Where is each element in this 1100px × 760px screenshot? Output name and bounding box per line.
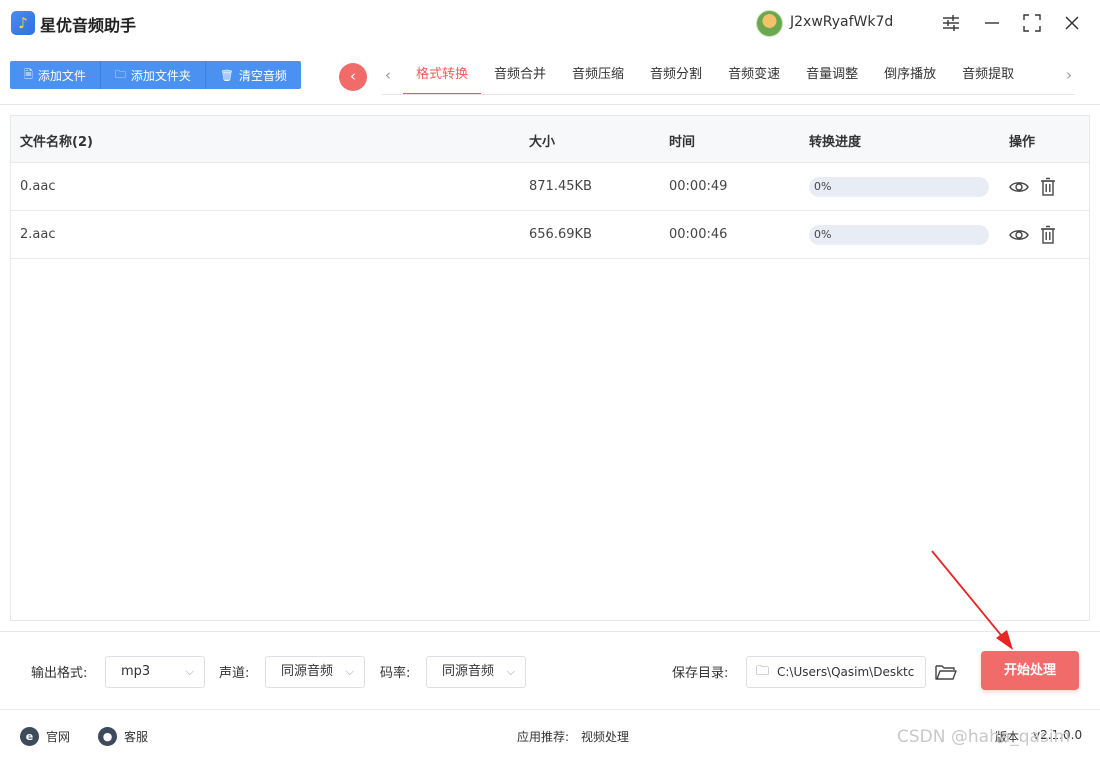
tab-audio-split[interactable]: 音频分割 — [637, 61, 715, 95]
tab-audio-compress[interactable]: 音频压缩 — [559, 61, 637, 95]
bitrate-label: 码率: — [380, 666, 411, 681]
tab-reverse-play[interactable]: 倒序播放 — [871, 61, 949, 95]
website-label: 官网 — [46, 730, 71, 744]
recommend-label: 应用推荐: — [517, 730, 570, 744]
folder-outline-icon: 🗀 — [756, 664, 770, 679]
open-folder-icon[interactable] — [934, 661, 958, 683]
save-dir-value: C:\Users\Qasim\Desktc — [777, 665, 915, 679]
header-divider — [0, 104, 1100, 105]
app-title: 星优音频助手 — [40, 16, 137, 35]
delete-trash-icon[interactable] — [1037, 176, 1059, 198]
chevron-down-icon: ⌵ — [506, 665, 515, 678]
save-dir-label: 保存目录: — [672, 666, 729, 681]
close-icon[interactable] — [1061, 12, 1083, 34]
header-time: 时间 — [669, 135, 696, 150]
footer-bar: e 官网 ● 客服 应用推荐: 视频处理 版本: v2.1.0.0 CSDN @… — [0, 711, 1100, 760]
table-row[interactable]: 2.aac 656.69KB 00:00:46 0% — [11, 211, 1089, 259]
preview-eye-icon[interactable] — [1008, 224, 1030, 246]
file-icon: 🗎 — [24, 67, 33, 81]
save-dir-input[interactable]: 🗀 C:\Users\Qasim\Desktc — [746, 656, 926, 688]
file-toolbar: 🗎 添加文件 🗀 添加文件夹 🗑 清空音频 — [10, 61, 301, 89]
tabs-divider — [382, 94, 1075, 95]
preview-eye-icon[interactable] — [1008, 176, 1030, 198]
tab-scroll-right-icon[interactable]: › — [1062, 66, 1076, 86]
file-size: 871.45KB — [529, 179, 592, 194]
header-progress: 转换进度 — [809, 135, 862, 150]
file-size: 656.69KB — [529, 227, 592, 242]
progress-text: 0% — [814, 180, 832, 193]
file-name: 0.aac — [20, 179, 56, 194]
add-folder-button[interactable]: 🗀 添加文件夹 — [100, 61, 206, 89]
chevron-down-icon: ⌵ — [185, 665, 194, 678]
tab-scroll-left-icon[interactable]: ‹ — [381, 66, 395, 86]
maximize-icon[interactable] — [1021, 12, 1043, 34]
start-process-button[interactable]: 开始处理 — [981, 651, 1079, 690]
tab-audio-extract[interactable]: 音频提取 — [949, 61, 1027, 95]
chevron-down-icon: ⌵ — [345, 665, 354, 678]
trash-icon: 🗑 — [219, 68, 234, 82]
header-size: 大小 — [529, 135, 556, 150]
username[interactable]: J2xwRyafWk7d — [790, 14, 893, 30]
bitrate-select[interactable]: 同源音频 ⌵ — [426, 656, 526, 688]
title-bar: ♪ 星优音频助手 J2xwRyafWk7d — [0, 0, 1100, 48]
chat-bubble-icon: ● — [98, 727, 117, 746]
tab-audio-merge[interactable]: 音频合并 — [481, 61, 559, 95]
output-format-label: 输出格式: — [31, 666, 88, 681]
channel-select[interactable]: 同源音频 ⌵ — [265, 656, 365, 688]
support-label: 客服 — [124, 730, 149, 744]
folder-icon: 🗀 — [114, 67, 126, 81]
settings-icon[interactable] — [940, 12, 962, 34]
progress-bar: 0% — [809, 225, 989, 245]
file-duration: 00:00:46 — [669, 227, 728, 242]
header-name: 文件名称(2) — [20, 135, 93, 150]
output-format-value: mp3 — [121, 664, 151, 679]
bitrate-value: 同源音频 — [442, 664, 495, 679]
output-format-select[interactable]: mp3 ⌵ — [105, 656, 205, 688]
website-e-icon: e — [20, 727, 39, 746]
add-file-button[interactable]: 🗎 添加文件 — [10, 61, 101, 89]
collapse-icon[interactable]: ‹ — [339, 63, 367, 91]
tab-format-convert[interactable]: 格式转换 — [403, 61, 482, 95]
header-actions: 操作 — [1009, 135, 1036, 150]
add-file-label: 添加文件 — [37, 68, 86, 83]
table-header: 文件名称(2) 大小 时间 转换进度 操作 — [11, 116, 1089, 163]
table-row[interactable]: 0.aac 871.45KB 00:00:49 0% — [11, 163, 1089, 211]
clear-audio-label: 清空音频 — [238, 68, 287, 83]
channel-label: 声道: — [219, 666, 250, 681]
user-avatar[interactable] — [756, 10, 783, 37]
clear-audio-button[interactable]: 🗑 清空音频 — [205, 61, 301, 89]
file-duration: 00:00:49 — [669, 179, 728, 194]
progress-bar: 0% — [809, 177, 989, 197]
delete-trash-icon[interactable] — [1037, 224, 1059, 246]
file-name: 2.aac — [20, 227, 56, 242]
file-table: 文件名称(2) 大小 时间 转换进度 操作 0.aac 871.45KB 00:… — [10, 115, 1090, 621]
website-link[interactable]: e 官网 — [20, 727, 70, 746]
progress-text: 0% — [814, 228, 832, 241]
app-logo-icon: ♪ — [11, 11, 35, 35]
add-folder-label: 添加文件夹 — [130, 68, 191, 83]
channel-value: 同源音频 — [281, 664, 334, 679]
feature-tabs: 格式转换 音频合并 音频压缩 音频分割 音频变速 音量调整 倒序播放 音频提取 — [403, 61, 1053, 95]
csdn-watermark: CSDN @haha_qasim — [897, 727, 1071, 747]
minimize-icon[interactable] — [981, 12, 1003, 34]
tab-volume-adjust[interactable]: 音量调整 — [793, 61, 871, 95]
tab-audio-speed[interactable]: 音频变速 — [715, 61, 793, 95]
recommend-link[interactable]: 视频处理 — [581, 728, 629, 745]
support-link[interactable]: ● 客服 — [98, 727, 148, 746]
output-settings-panel: 输出格式: mp3 ⌵ 声道: 同源音频 ⌵ 码率: 同源音频 ⌵ 保存目录: … — [0, 631, 1100, 710]
